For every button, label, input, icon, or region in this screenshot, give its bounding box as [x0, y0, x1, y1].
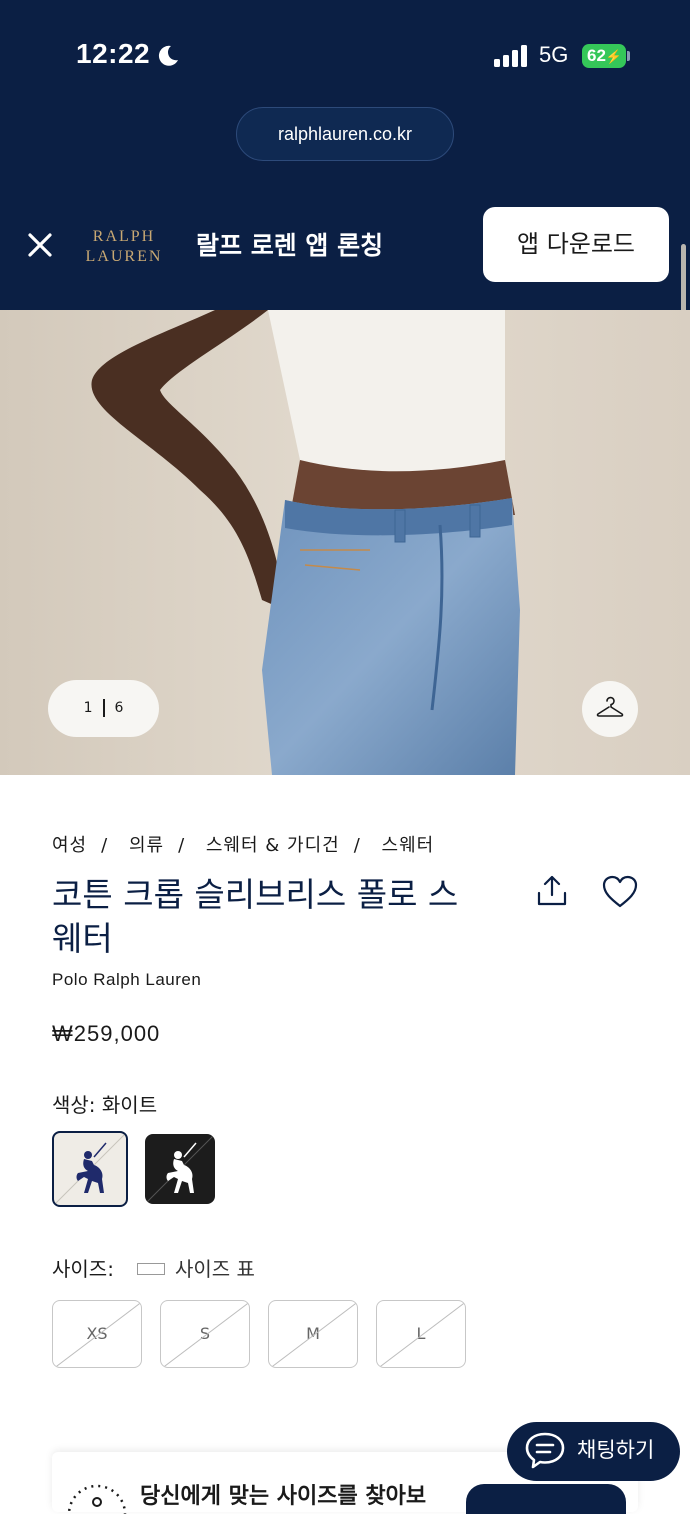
total-image-count: 6: [114, 700, 124, 716]
product-title: 코튼 크롭 슬리브리스 폴로 스웨터: [52, 875, 459, 958]
fit-finder-text: 당신에게 맞는 사이즈를 찾아보: [140, 1484, 427, 1509]
size-label: 사이즈:: [52, 1257, 114, 1281]
battery-level: 62: [587, 46, 606, 65]
ruler-icon: [137, 1262, 165, 1275]
fit-finder-button[interactable]: [466, 1484, 626, 1514]
size-option-l[interactable]: L: [376, 1300, 466, 1368]
size-chart-label: 사이즈 표: [175, 1257, 255, 1281]
ralph-lauren-logo: RALPH LAUREN: [84, 227, 164, 267]
close-icon[interactable]: [24, 229, 56, 261]
color-selector-label: 색상: 화이트: [52, 1089, 157, 1118]
image-counter: 16: [48, 680, 159, 737]
product-brand: Polo Ralph Lauren: [52, 970, 202, 989]
hanger-button[interactable]: [582, 681, 638, 737]
product-price: ₩259,000: [52, 1021, 161, 1046]
color-label: 색상:: [52, 1093, 96, 1117]
breadcrumb-item-clothing[interactable]: 의류: [129, 835, 164, 856]
battery-cap: [627, 51, 630, 61]
unavailable-strike: [270, 1301, 357, 1367]
size-option-xs[interactable]: XS: [52, 1300, 142, 1368]
fit-finder-icon: [67, 1484, 127, 1514]
breadcrumb-item-sweaters-cardigans[interactable]: 스웨터 & 가디건: [206, 835, 340, 856]
polo-pony-icon: [54, 1133, 126, 1205]
status-time: 12:22: [76, 38, 151, 69]
signal-icon: [494, 45, 527, 67]
breadcrumb-item-women[interactable]: 여성: [52, 835, 87, 856]
chat-bubble-icon: [525, 1432, 565, 1469]
logo-line-1: RALPH: [92, 228, 156, 245]
address-bar[interactable]: ralphlauren.co.kr: [236, 107, 454, 161]
moon-icon: [158, 45, 178, 66]
logo-line-2: LAUREN: [85, 248, 163, 265]
unavailable-strike: [162, 1301, 249, 1367]
network-type: 5G: [539, 42, 569, 67]
unavailable-strike: [54, 1301, 141, 1367]
charging-icon: ⚡: [605, 49, 623, 64]
unavailable-strike: [378, 1301, 465, 1367]
color-swatch-white[interactable]: [52, 1131, 128, 1207]
size-option-m[interactable]: M: [268, 1300, 358, 1368]
breadcrumb: 여성 / 의류 / 스웨터 & 가디건 / 스웨터: [52, 831, 448, 857]
share-icon[interactable]: [534, 873, 570, 909]
heart-icon[interactable]: [601, 874, 639, 910]
app-download-button[interactable]: 앱 다운로드: [483, 207, 669, 282]
app-launch-title: 랄프 로렌 앱 론칭: [196, 231, 384, 260]
breadcrumb-separator: /: [178, 835, 186, 856]
app-header: 12:22 5G 62⚡ ralphlauren.co.kr RALPH LAU…: [0, 0, 690, 310]
color-swatch-black[interactable]: [145, 1134, 215, 1204]
size-chart-link[interactable]: 사이즈 표: [137, 1253, 255, 1282]
size-option-s[interactable]: S: [160, 1300, 250, 1368]
breadcrumb-item-sweaters[interactable]: 스웨터: [382, 835, 435, 856]
counter-separator: [102, 699, 105, 717]
battery-indicator: 62⚡: [582, 44, 626, 68]
hanger-icon: [596, 696, 624, 717]
color-value: 화이트: [101, 1093, 158, 1117]
breadcrumb-separator: /: [353, 835, 361, 856]
polo-pony-icon: [145, 1134, 215, 1204]
current-image-index: 1: [83, 700, 93, 716]
breadcrumb-separator: /: [101, 835, 109, 856]
